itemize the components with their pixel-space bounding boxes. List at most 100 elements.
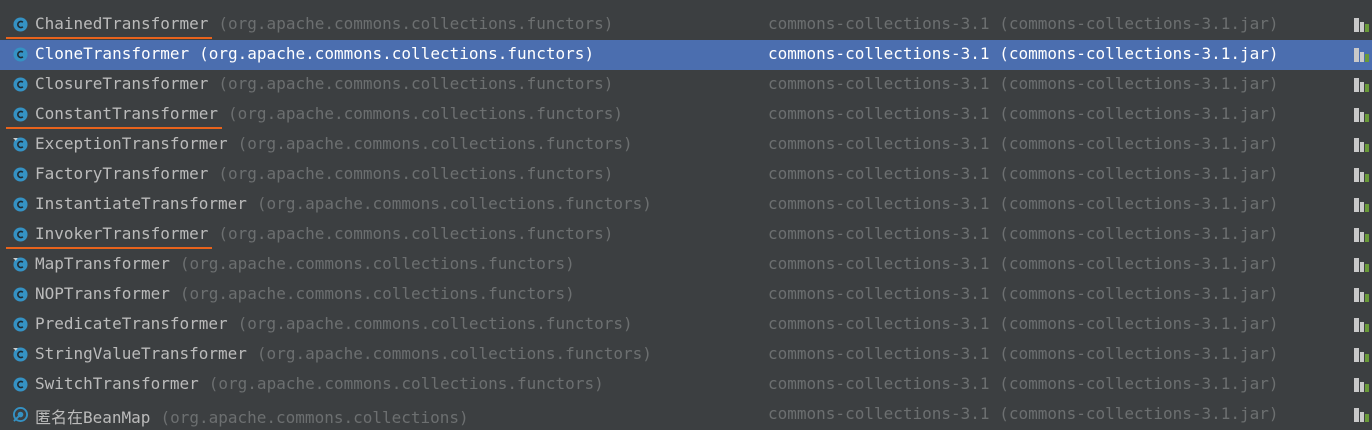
class-name-label: MapTransformer (org.apache.commons.collec…	[35, 254, 575, 273]
result-row[interactable]: SwitchTransformer (org.apache.commons.col…	[0, 370, 1372, 400]
library-jar-icon	[1354, 258, 1369, 272]
result-row[interactable]: NOPTransformer (org.apache.commons.collec…	[0, 280, 1372, 310]
class-icon	[13, 107, 28, 122]
class-name: ConstantTransformer	[35, 104, 219, 123]
library-jar-icon	[1354, 18, 1369, 32]
class-name-label: ChainedTransformer (org.apache.commons.co…	[35, 14, 613, 33]
class-icon	[13, 227, 28, 242]
class-name: InstantiateTransformer	[35, 194, 247, 213]
library-jar-icon	[1354, 198, 1369, 212]
library-jar-icon	[1354, 168, 1369, 182]
class-name-label: 匿名在BeanMap (org.apache.commons.collection…	[35, 404, 469, 428]
result-row[interactable]: ExceptionTransformer (org.apache.commons.…	[0, 130, 1372, 160]
library-jar-icon	[1354, 48, 1369, 62]
result-row[interactable]: CloneTransformer (org.apache.commons.coll…	[0, 40, 1372, 70]
package-name: (org.apache.commons.collections.functors…	[179, 284, 575, 303]
class-icon	[13, 17, 28, 32]
library-jar-icon	[1354, 348, 1369, 362]
result-row[interactable]: InstantiateTransformer (org.apache.common…	[0, 190, 1372, 220]
final-class-icon	[13, 257, 28, 272]
class-name-label: ExceptionTransformer (org.apache.commons.…	[35, 134, 633, 153]
class-name-label: SwitchTransformer (org.apache.commons.col…	[35, 374, 604, 393]
library-name: commons-collections-3.1 (commons-collect…	[768, 374, 1279, 393]
class-name: FactoryTransformer	[35, 164, 209, 183]
class-icon	[13, 287, 28, 302]
result-row[interactable]: FactoryTransformer (org.apache.commons.co…	[0, 160, 1372, 190]
package-name: (org.apache.commons.collections.functors…	[218, 14, 614, 33]
result-row[interactable]: InvokerTransformer (org.apache.commons.co…	[0, 220, 1372, 250]
library-jar-icon	[1354, 138, 1369, 152]
class-name: SwitchTransformer	[35, 374, 199, 393]
class-name-label: PredicateTransformer (org.apache.commons.…	[35, 314, 633, 333]
class-name-label: NOPTransformer (org.apache.commons.collec…	[35, 284, 575, 303]
result-row[interactable]: 匿名在BeanMap (org.apache.commons.collection…	[0, 400, 1372, 430]
class-icon	[13, 197, 28, 212]
package-name: (org.apache.commons.collections.functors…	[228, 104, 623, 123]
class-name-label: FactoryTransformer (org.apache.commons.co…	[35, 164, 613, 183]
package-name: (org.apache.commons.collections.functors…	[199, 44, 595, 63]
package-name: (org.apache.commons.collections.functors…	[256, 344, 652, 363]
library-name: commons-collections-3.1 (commons-collect…	[768, 284, 1279, 303]
library-jar-icon	[1354, 408, 1369, 422]
package-name: (org.apache.commons.collections.functors…	[237, 314, 633, 333]
class-icon	[13, 317, 28, 332]
class-search-results-list: ChainedTransformer (org.apache.commons.co…	[0, 0, 1372, 428]
result-row[interactable]: PredicateTransformer (org.apache.commons.…	[0, 310, 1372, 340]
library-name: commons-collections-3.1 (commons-collect…	[768, 104, 1279, 123]
library-jar-icon	[1354, 78, 1369, 92]
package-name: (org.apache.commons.collections.functors…	[237, 134, 633, 153]
class-name: CloneTransformer	[35, 44, 190, 63]
library-jar-icon	[1354, 108, 1369, 122]
final-class-icon	[13, 347, 28, 362]
library-name: commons-collections-3.1 (commons-collect…	[768, 194, 1279, 213]
class-icon	[13, 77, 28, 92]
package-name: (org.apache.commons.collections.functors…	[218, 224, 614, 243]
result-row[interactable]: ChainedTransformer (org.apache.commons.co…	[0, 10, 1372, 40]
result-row[interactable]: ClosureTransformer (org.apache.commons.co…	[0, 70, 1372, 100]
library-name: commons-collections-3.1 (commons-collect…	[768, 314, 1279, 333]
library-name: commons-collections-3.1 (commons-collect…	[768, 164, 1279, 183]
final-class-icon	[13, 137, 28, 152]
library-name: commons-collections-3.1 (commons-collect…	[768, 74, 1279, 93]
package-name: (org.apache.commons.collections)	[160, 408, 469, 427]
class-name-label: ClosureTransformer (org.apache.commons.co…	[35, 74, 613, 93]
class-name-label: InstantiateTransformer (org.apache.common…	[35, 194, 652, 213]
class-name: ChainedTransformer	[35, 14, 209, 33]
highlight-underline	[6, 127, 223, 129]
library-name: commons-collections-3.1 (commons-collect…	[768, 404, 1279, 423]
class-icon	[13, 47, 28, 62]
package-name: (org.apache.commons.collections.functors…	[218, 74, 614, 93]
class-name-label: InvokerTransformer (org.apache.commons.co…	[35, 224, 613, 243]
class-icon	[13, 167, 28, 182]
library-jar-icon	[1354, 228, 1369, 242]
class-name-label: StringValueTransformer (org.apache.common…	[35, 344, 652, 363]
package-name: (org.apache.commons.collections.functors…	[218, 164, 614, 183]
class-name: MapTransformer	[35, 254, 170, 273]
class-name: NOPTransformer	[35, 284, 170, 303]
highlight-underline	[6, 247, 213, 249]
result-row[interactable]: StringValueTransformer (org.apache.common…	[0, 340, 1372, 370]
class-name: 匿名在BeanMap	[35, 408, 151, 427]
class-name: PredicateTransformer	[35, 314, 228, 333]
library-name: commons-collections-3.1 (commons-collect…	[768, 254, 1279, 273]
library-jar-icon	[1354, 378, 1369, 392]
class-name: ClosureTransformer	[35, 74, 209, 93]
class-name-label: CloneTransformer (org.apache.commons.coll…	[35, 44, 594, 63]
class-icon	[13, 377, 28, 392]
package-name: (org.apache.commons.collections.functors…	[256, 194, 652, 213]
class-name: ExceptionTransformer	[35, 134, 228, 153]
library-name: commons-collections-3.1 (commons-collect…	[768, 44, 1279, 63]
class-name: StringValueTransformer	[35, 344, 247, 363]
library-name: commons-collections-3.1 (commons-collect…	[768, 134, 1279, 153]
package-name: (org.apache.commons.collections.functors…	[208, 374, 604, 393]
package-name: (org.apache.commons.collections.functors…	[179, 254, 575, 273]
result-row[interactable]: ConstantTransformer (org.apache.commons.c…	[0, 100, 1372, 130]
class-name-label: ConstantTransformer (org.apache.commons.c…	[35, 104, 623, 123]
result-row[interactable]: MapTransformer (org.apache.commons.collec…	[0, 250, 1372, 280]
library-jar-icon	[1354, 318, 1369, 332]
library-name: commons-collections-3.1 (commons-collect…	[768, 14, 1279, 33]
highlight-underline	[6, 37, 213, 39]
library-name: commons-collections-3.1 (commons-collect…	[768, 344, 1279, 363]
class-name: InvokerTransformer	[35, 224, 209, 243]
library-jar-icon	[1354, 288, 1369, 302]
